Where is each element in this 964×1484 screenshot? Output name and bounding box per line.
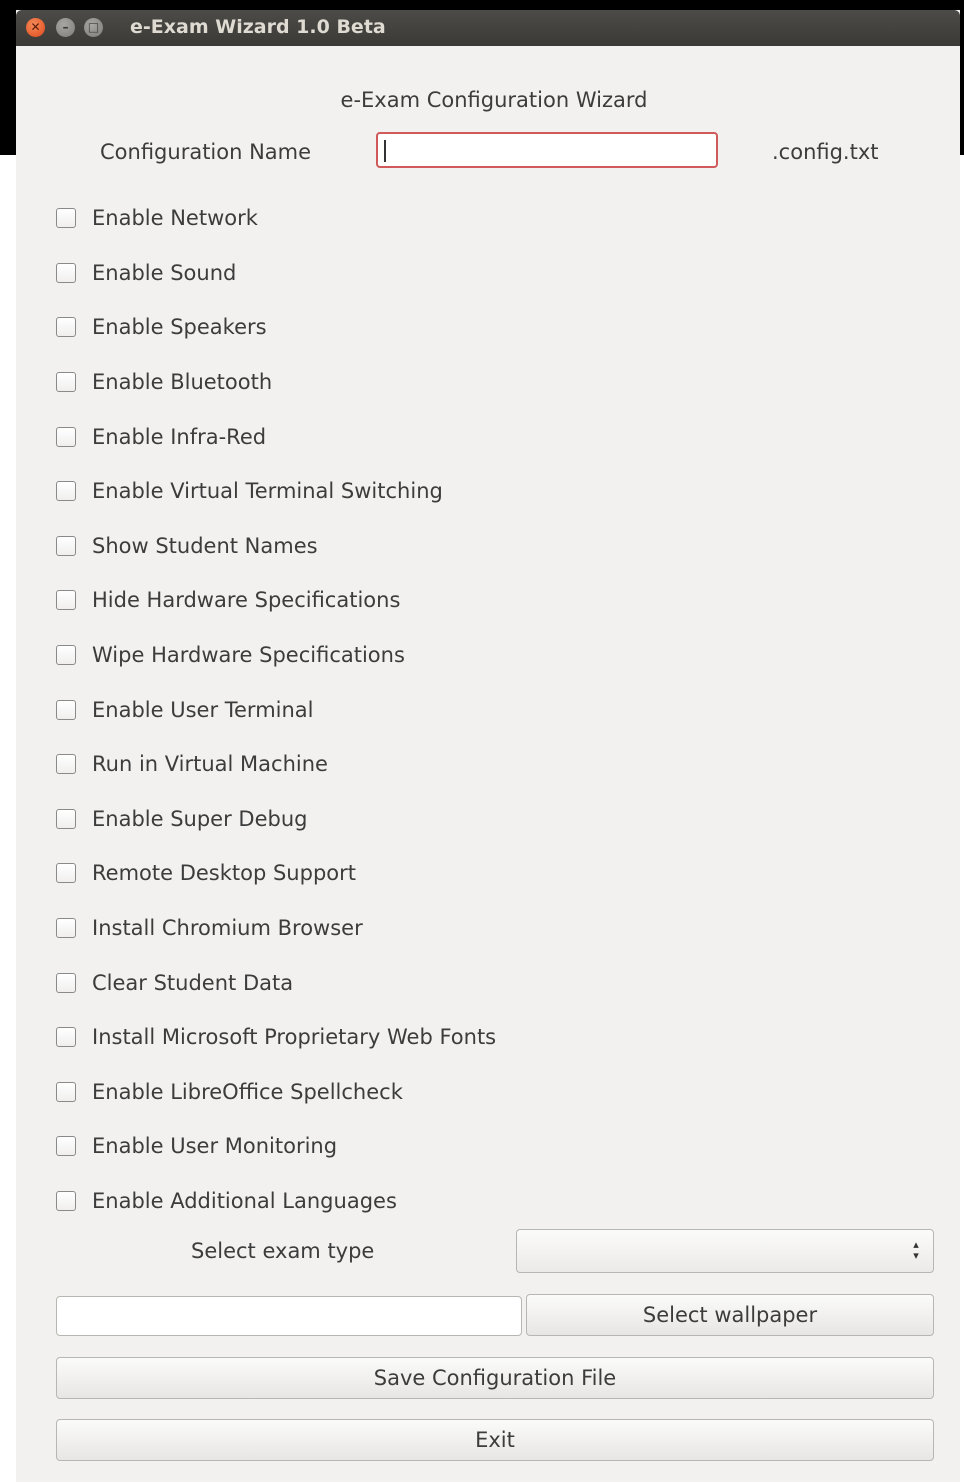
checkbox[interactable] [56, 426, 76, 447]
option-label: Enable User Terminal [92, 697, 314, 722]
option-label: Enable Virtual Terminal Switching [92, 479, 443, 504]
checkbox[interactable] [56, 1027, 76, 1048]
checkbox[interactable] [56, 972, 76, 993]
exam-type-select[interactable]: ▴ ▾ [516, 1229, 934, 1273]
checkbox[interactable] [56, 645, 76, 666]
option-run-in-vm[interactable]: Run in Virtual Machine [56, 737, 936, 792]
option-enable-bluetooth[interactable]: Enable Bluetooth [56, 355, 936, 410]
option-enable-speakers[interactable]: Enable Speakers [56, 300, 936, 355]
option-hide-hardware-specs[interactable]: Hide Hardware Specifications [56, 573, 936, 628]
option-label: Enable Speakers [92, 315, 267, 340]
checkbox[interactable] [56, 481, 76, 502]
option-label: Clear Student Data [92, 970, 294, 995]
checkbox[interactable] [56, 918, 76, 939]
close-icon[interactable]: ✕ [26, 18, 45, 37]
spin-arrows-icon: ▴ ▾ [913, 1238, 919, 1262]
checkbox[interactable] [56, 808, 76, 829]
option-label: Enable LibreOffice Spellcheck [92, 1079, 403, 1104]
option-libreoffice-spellcheck[interactable]: Enable LibreOffice Spellcheck [56, 1065, 936, 1120]
minimize-icon[interactable]: – [56, 18, 75, 37]
checkbox[interactable] [56, 535, 76, 556]
window-title: e-Exam Wizard 1.0 Beta [130, 16, 386, 38]
option-label: Enable Bluetooth [92, 370, 273, 395]
exam-type-label: Select exam type [191, 1239, 375, 1263]
checkbox[interactable] [56, 1136, 76, 1157]
config-name-input[interactable] [376, 132, 718, 168]
option-label: Run in Virtual Machine [92, 752, 328, 777]
option-enable-super-debug[interactable]: Enable Super Debug [56, 792, 936, 847]
wallpaper-path-input[interactable] [56, 1296, 522, 1336]
option-enable-infra-red[interactable]: Enable Infra-Red [56, 409, 936, 464]
checkbox[interactable] [56, 262, 76, 283]
option-remote-desktop[interactable]: Remote Desktop Support [56, 846, 936, 901]
maximize-icon[interactable]: □ [84, 18, 103, 37]
option-user-monitoring[interactable]: Enable User Monitoring [56, 1119, 936, 1174]
option-show-student-names[interactable]: Show Student Names [56, 519, 936, 574]
option-additional-languages[interactable]: Enable Additional Languages [56, 1174, 936, 1229]
checkbox[interactable] [56, 1081, 76, 1102]
option-label: Show Student Names [92, 533, 318, 558]
option-label: Enable Super Debug [92, 806, 308, 831]
option-enable-sound[interactable]: Enable Sound [56, 246, 936, 301]
page-title: e-Exam Configuration Wizard [340, 88, 648, 112]
option-label: Wipe Hardware Specifications [92, 643, 405, 668]
option-clear-student-data[interactable]: Clear Student Data [56, 955, 936, 1010]
checkbox[interactable] [56, 317, 76, 338]
options-list: Enable Network Enable Sound Enable Speak… [56, 191, 936, 1228]
checkbox[interactable] [56, 590, 76, 611]
option-wipe-hardware-specs[interactable]: Wipe Hardware Specifications [56, 628, 936, 683]
checkbox[interactable] [56, 699, 76, 720]
option-enable-user-terminal[interactable]: Enable User Terminal [56, 682, 936, 737]
option-label: Enable User Monitoring [92, 1134, 338, 1159]
option-label: Remote Desktop Support [92, 861, 356, 886]
option-label: Enable Network [92, 206, 258, 231]
checkbox[interactable] [56, 372, 76, 393]
option-enable-network[interactable]: Enable Network [56, 191, 936, 246]
option-label: Enable Sound [92, 260, 237, 285]
option-install-chromium[interactable]: Install Chromium Browser [56, 901, 936, 956]
save-configuration-button[interactable]: Save Configuration File [56, 1357, 934, 1399]
option-label: Enable Infra-Red [92, 424, 267, 449]
exit-button[interactable]: Exit [56, 1419, 934, 1461]
config-name-label: Configuration Name [100, 140, 312, 164]
text-caret [384, 140, 386, 162]
checkbox[interactable] [56, 754, 76, 775]
option-label: Hide Hardware Specifications [92, 588, 401, 613]
select-wallpaper-button[interactable]: Select wallpaper [526, 1294, 934, 1336]
option-enable-vt-switching[interactable]: Enable Virtual Terminal Switching [56, 464, 936, 519]
option-label: Install Chromium Browser [92, 916, 363, 941]
config-suffix-label: .config.txt [772, 140, 879, 164]
checkbox[interactable] [56, 208, 76, 229]
option-label: Install Microsoft Proprietary Web Fonts [92, 1025, 497, 1050]
wizard-window: ✕ – □ e-Exam Wizard 1.0 Beta e-Exam Conf… [16, 10, 960, 1482]
checkbox[interactable] [56, 1190, 76, 1211]
checkbox[interactable] [56, 863, 76, 884]
option-install-ms-fonts[interactable]: Install Microsoft Proprietary Web Fonts [56, 1010, 936, 1065]
option-label: Enable Additional Languages [92, 1188, 397, 1213]
title-bar: ✕ – □ e-Exam Wizard 1.0 Beta [16, 10, 960, 46]
